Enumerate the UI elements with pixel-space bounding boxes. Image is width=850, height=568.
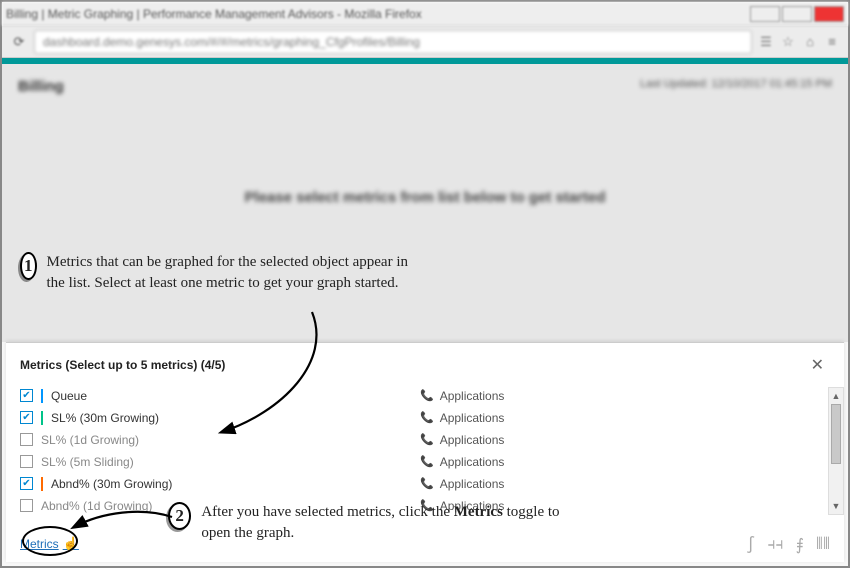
application-row[interactable]: 📞 Applications: [420, 453, 830, 470]
application-row[interactable]: 📞 Applications: [420, 387, 830, 404]
metric-checkbox[interactable]: [20, 411, 33, 424]
cursor-hand-icon: ☝: [63, 536, 79, 552]
window-maximize-button[interactable]: [782, 6, 812, 22]
applications-list: 📞 Applications 📞 Applications 📞 Application…: [420, 387, 830, 515]
application-label: Applications: [440, 389, 505, 403]
metric-color-swatch: [41, 411, 43, 425]
annotation-2: 2 After you have selected metrics, click…: [168, 502, 568, 544]
window-titlebar: Billing | Metric Graphing | Performance …: [2, 2, 848, 26]
metric-checkbox[interactable]: [20, 499, 33, 512]
metric-row[interactable]: SL% (30m Growing): [20, 409, 420, 426]
metric-label: SL% (1d Growing): [41, 433, 139, 447]
annotation-number-1: 1: [20, 252, 37, 280]
window-minimize-button[interactable]: [750, 6, 780, 22]
metric-color-swatch: [41, 477, 43, 491]
panel-scrollbar[interactable]: ▲ ▼: [828, 387, 844, 515]
application-row[interactable]: 📞 Applications: [420, 475, 830, 492]
chart-step-icon[interactable]: ⨎: [796, 535, 804, 554]
menu-icon[interactable]: ≡: [824, 34, 840, 50]
scroll-down-icon[interactable]: ▼: [829, 498, 843, 514]
metric-row[interactable]: SL% (5m Sliding): [20, 453, 420, 470]
scroll-up-icon[interactable]: ▲: [829, 388, 843, 404]
metric-checkbox[interactable]: [20, 433, 33, 446]
metric-checkbox[interactable]: [20, 389, 33, 402]
url-input[interactable]: [34, 30, 752, 54]
annotation-2-text: After you have selected metrics, click t…: [201, 502, 568, 544]
phone-icon: 📞: [420, 389, 434, 402]
application-label: Applications: [440, 433, 505, 447]
close-icon[interactable]: ✕: [805, 353, 830, 377]
chart-sline-icon[interactable]: ∫: [746, 535, 756, 554]
chart-type-icons: ∫ ⫞⫞ ⨎ ⦀⦀: [746, 534, 830, 554]
panel-title-count: (4/5): [201, 358, 226, 372]
window-title: Billing | Metric Graphing | Performance …: [6, 7, 422, 21]
home-icon[interactable]: ⌂: [802, 34, 818, 50]
phone-icon: 📞: [420, 455, 434, 468]
metric-label: Abnd% (30m Growing): [51, 477, 172, 491]
metrics-toggle-label: Metrics: [20, 537, 59, 551]
window-close-button[interactable]: [814, 6, 844, 22]
star-icon[interactable]: ☆: [780, 34, 796, 50]
metrics-toggle-link[interactable]: Metrics ☝: [20, 536, 79, 552]
metric-checkbox[interactable]: [20, 455, 33, 468]
metric-color-swatch: [41, 389, 43, 403]
address-bar: ⟳ ☰ ☆ ⌂ ≡: [2, 26, 848, 58]
phone-icon: 📞: [420, 477, 434, 490]
annotation-1-text: Metrics that can be graphed for the sele…: [47, 252, 421, 294]
scroll-thumb[interactable]: [831, 404, 841, 464]
panel-title-prefix: Metrics (Select up to 5 metrics): [20, 358, 201, 372]
metric-label: Abnd% (1d Growing): [41, 499, 152, 513]
metric-label: Queue: [51, 389, 87, 403]
application-row[interactable]: 📞 Applications: [420, 431, 830, 448]
phone-icon: 📞: [420, 411, 434, 424]
application-label: Applications: [440, 455, 505, 469]
metric-row[interactable]: Queue: [20, 387, 420, 404]
phone-icon: 📞: [420, 433, 434, 446]
page-title: Billing: [18, 78, 64, 95]
application-label: Applications: [440, 411, 505, 425]
metric-label: SL% (5m Sliding): [41, 455, 134, 469]
metrics-list: Queue SL% (30m Growing) SL% (1d Growing)…: [20, 387, 420, 515]
annotation-1: 1 Metrics that can be graphed for the se…: [20, 252, 420, 294]
application-label: Applications: [440, 477, 505, 491]
reload-icon[interactable]: ⟳: [10, 33, 28, 51]
application-row[interactable]: 📞 Applications: [420, 409, 830, 426]
reader-icon[interactable]: ☰: [758, 34, 774, 50]
last-updated-text: Last Updated: 12/10/2017 01:45:15 PM: [640, 78, 832, 95]
annotation-number-2: 2: [168, 502, 191, 530]
chart-bar-icon[interactable]: ⫞⫞: [768, 534, 784, 554]
chart-grouped-icon[interactable]: ⦀⦀: [816, 534, 830, 554]
metric-row[interactable]: SL% (1d Growing): [20, 431, 420, 448]
metric-checkbox[interactable]: [20, 477, 33, 490]
metric-row[interactable]: Abnd% (30m Growing): [20, 475, 420, 492]
empty-state-message: Please select metrics from list below to…: [2, 189, 848, 206]
metric-label: SL% (30m Growing): [51, 411, 159, 425]
